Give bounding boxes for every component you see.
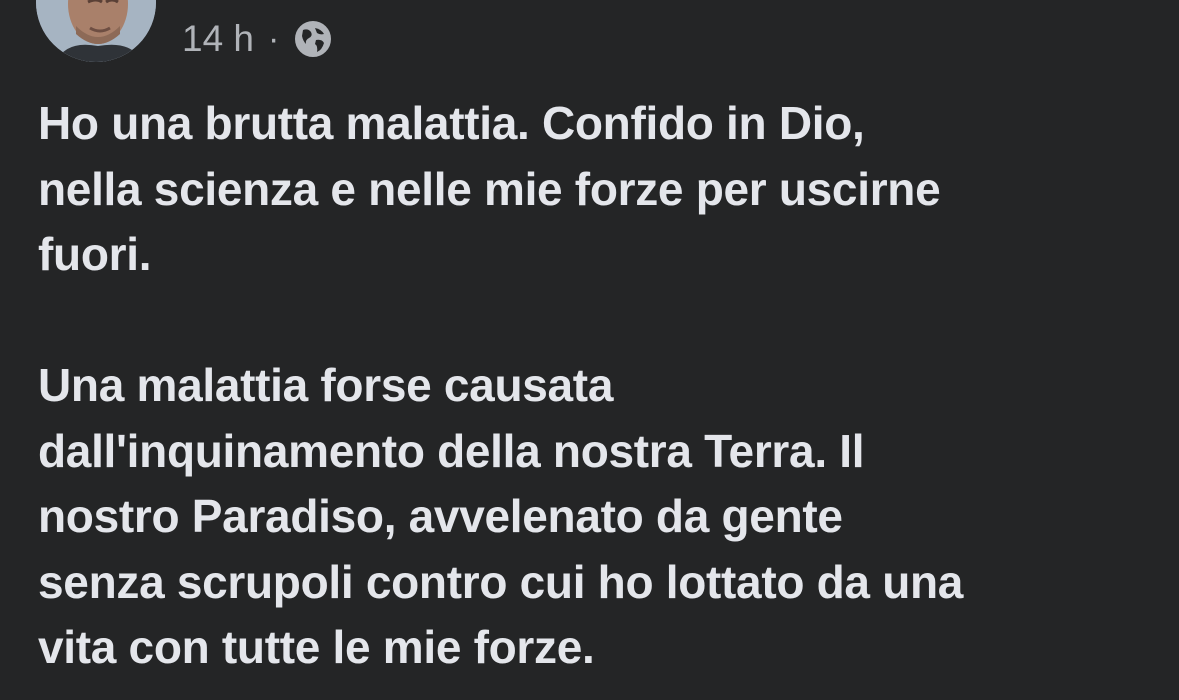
post-paragraph: Una malattia forse causata dall'inquinam… [38, 359, 964, 673]
post-meta: 14 h · [182, 14, 333, 64]
post-card: 14 h · Ho una brutta malattia. Confido i… [0, 0, 1179, 700]
post-timestamp[interactable]: 14 h [182, 18, 254, 60]
post-body: Ho una brutta malattia. Confido in Dio, … [38, 91, 1148, 681]
post-paragraph: Ho una brutta malattia. Confido in Dio, … [38, 97, 941, 280]
avatar[interactable] [36, 0, 156, 62]
avatar-photo [36, 0, 156, 62]
globe-icon[interactable] [293, 19, 333, 59]
meta-separator: · [268, 19, 280, 58]
